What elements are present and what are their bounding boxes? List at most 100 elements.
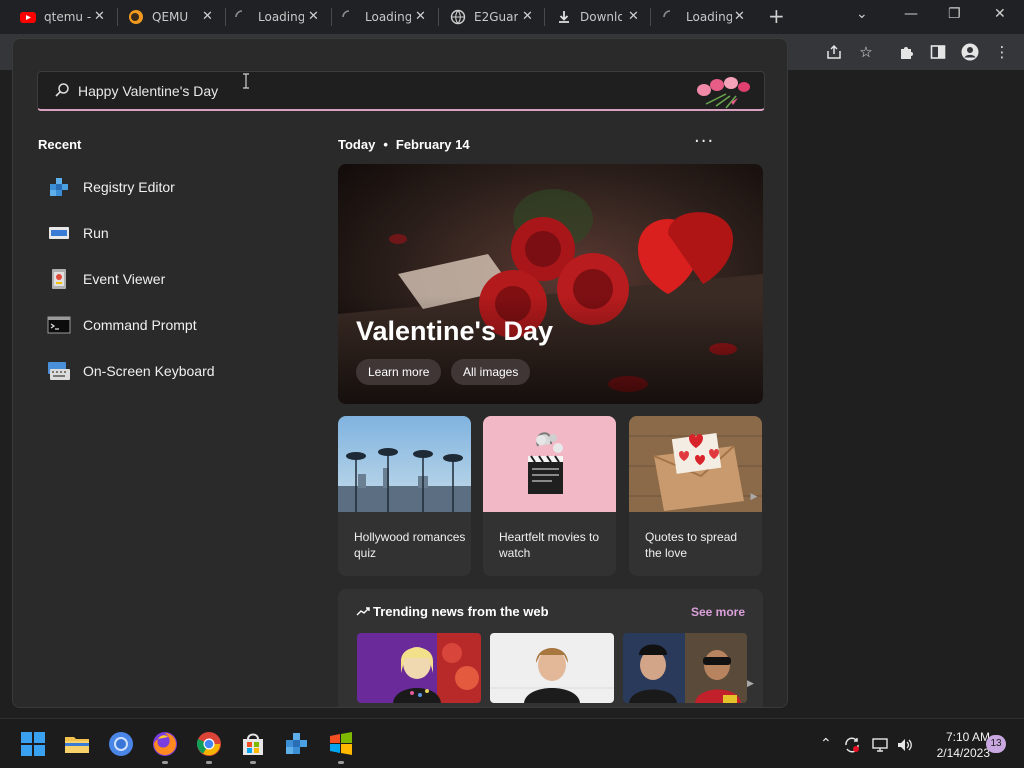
keyboard-icon [48, 362, 70, 380]
today-separator: • [383, 137, 388, 152]
tab-loading[interactable]: Loading ✕ [234, 4, 329, 30]
more-options-icon[interactable]: ··· [694, 131, 714, 152]
kebab-menu-icon[interactable]: ⋮ [993, 43, 1011, 61]
extensions-icon[interactable] [897, 43, 915, 61]
close-tab-icon[interactable]: ✕ [94, 9, 105, 24]
event-viewer-icon [52, 269, 66, 289]
card-image-love-envelope [629, 416, 762, 512]
share-icon[interactable] [825, 43, 843, 61]
learn-more-button[interactable]: Learn more [356, 359, 442, 385]
today-date: February 14 [395, 137, 470, 152]
tab-separator [225, 8, 226, 26]
trending-arrow-icon [356, 607, 370, 616]
see-more-link[interactable]: See more [691, 605, 745, 619]
trending-thumb-3[interactable] [623, 633, 747, 703]
profile-avatar-icon[interactable] [961, 43, 979, 61]
search-icon [55, 83, 69, 97]
close-tab-icon[interactable]: ✕ [202, 9, 213, 24]
hero-card[interactable]: Valentine's Day Learn more All images [338, 164, 763, 404]
windows-legacy-icon[interactable] [328, 731, 354, 757]
card-caption: Heartfelt movies to watch [499, 530, 600, 560]
taskbar: ⌃ 7:10 AM 2/14/2023 13 [0, 718, 1024, 768]
card-quotes-love[interactable]: Quotes to spread the love [629, 416, 762, 576]
running-indicator [162, 761, 168, 764]
trending-next-arrow-icon[interactable]: ▶ [747, 679, 754, 689]
minimize-icon[interactable]: — [904, 6, 918, 22]
recent-item-run[interactable]: Run [47, 218, 297, 248]
bookmark-star-icon[interactable]: ☆ [857, 43, 875, 61]
firefox-icon[interactable] [152, 731, 178, 757]
network-icon[interactable] [871, 736, 889, 754]
trending-image-2 [490, 633, 614, 703]
loading-spinner-icon [235, 10, 243, 18]
file-explorer-icon[interactable] [64, 731, 90, 757]
tab-title: Downlo [580, 10, 622, 24]
windows-start-icon[interactable] [20, 731, 46, 757]
taskbar-clock[interactable]: 7:10 AM 2/14/2023 [920, 729, 990, 761]
recent-item-label: Registry Editor [83, 179, 175, 195]
recent-item-command-prompt[interactable]: Command Prompt [47, 310, 297, 340]
tab-separator [544, 8, 545, 26]
close-window-icon[interactable]: ✕ [994, 6, 1006, 22]
command-prompt-icon [47, 316, 71, 334]
running-indicator [338, 761, 344, 764]
tab-qemu[interactable]: QEMU ✕ [128, 4, 223, 30]
loading-spinner-icon [342, 10, 350, 18]
close-tab-icon[interactable]: ✕ [734, 9, 745, 24]
cards-next-arrow-icon[interactable]: ▶ [746, 486, 762, 508]
tab-loading[interactable]: Loading ✕ [341, 4, 436, 30]
tab-title: E2Guard [474, 10, 518, 24]
volume-icon[interactable] [896, 736, 914, 754]
close-tab-icon[interactable]: ✕ [415, 9, 426, 24]
chromium-icon[interactable] [108, 731, 134, 757]
tab-e2guard[interactable]: E2Guard ✕ [450, 4, 545, 30]
chrome-icon[interactable] [196, 731, 222, 757]
tab-separator [650, 8, 651, 26]
all-images-button[interactable]: All images [451, 359, 531, 385]
trending-thumb-1[interactable] [357, 633, 481, 703]
clock-time: 7:10 AM [945, 730, 990, 744]
tab-separator [331, 8, 332, 26]
close-tab-icon[interactable]: ✕ [628, 9, 639, 24]
registry-editor-taskbar-icon[interactable] [284, 731, 310, 757]
recent-item-event-viewer[interactable]: Event Viewer [47, 264, 297, 294]
microsoft-store-icon[interactable] [240, 731, 266, 757]
close-tab-icon[interactable]: ✕ [522, 9, 533, 24]
clock-date: 2/14/2023 [936, 746, 990, 760]
close-tab-icon[interactable]: ✕ [308, 9, 319, 24]
tab-youtube[interactable]: qtemu - ✕ [20, 4, 115, 30]
recent-item-label: Event Viewer [83, 271, 166, 287]
hero-title: Valentine's Day [356, 316, 554, 346]
sync-icon[interactable] [843, 736, 861, 754]
trending-heading-text: Trending news from the web [373, 604, 549, 619]
card-hollywood[interactable]: Hollywood romances quiz [338, 416, 471, 576]
show-hidden-icons-icon[interactable]: ⌃ [820, 736, 832, 752]
card-image-palm-trees [338, 416, 471, 512]
tab-search-chevron-icon[interactable]: ⌄ [856, 6, 868, 22]
run-icon [49, 227, 69, 239]
recent-item-label: Command Prompt [83, 317, 197, 333]
tab-title: qtemu - [44, 10, 92, 24]
tab-loading[interactable]: Loading ✕ [662, 4, 757, 30]
recent-item-label: Run [83, 225, 109, 241]
search-box[interactable] [37, 71, 765, 111]
restore-icon[interactable]: ❐ [948, 6, 961, 22]
browser-tab-bar: qtemu - ✕ QEMU ✕ Loading ✕ Loading ✕ E2G… [0, 0, 1024, 34]
tab-separator [438, 8, 439, 26]
search-flyout: Recent Registry Editor Run Event Viewer … [12, 38, 788, 708]
search-input[interactable] [78, 80, 678, 102]
tab-download[interactable]: Downlo ✕ [556, 4, 651, 30]
trending-heading: Trending news from the web [356, 604, 549, 619]
card-heartfelt-movies[interactable]: Heartfelt movies to watch [483, 416, 616, 576]
tab-title: Loading [258, 10, 304, 24]
youtube-icon [20, 12, 36, 23]
side-panel-icon[interactable] [929, 43, 947, 61]
recent-item-on-screen-keyboard[interactable]: On-Screen Keyboard [47, 356, 297, 386]
notification-badge[interactable]: 13 [986, 735, 1006, 753]
recent-item-registry-editor[interactable]: Registry Editor [47, 172, 297, 202]
trending-image-1 [357, 633, 481, 703]
tab-separator [117, 8, 118, 26]
new-tab-icon[interactable]: + [768, 4, 785, 28]
recent-heading: Recent [38, 137, 82, 152]
trending-thumb-2[interactable] [490, 633, 614, 703]
